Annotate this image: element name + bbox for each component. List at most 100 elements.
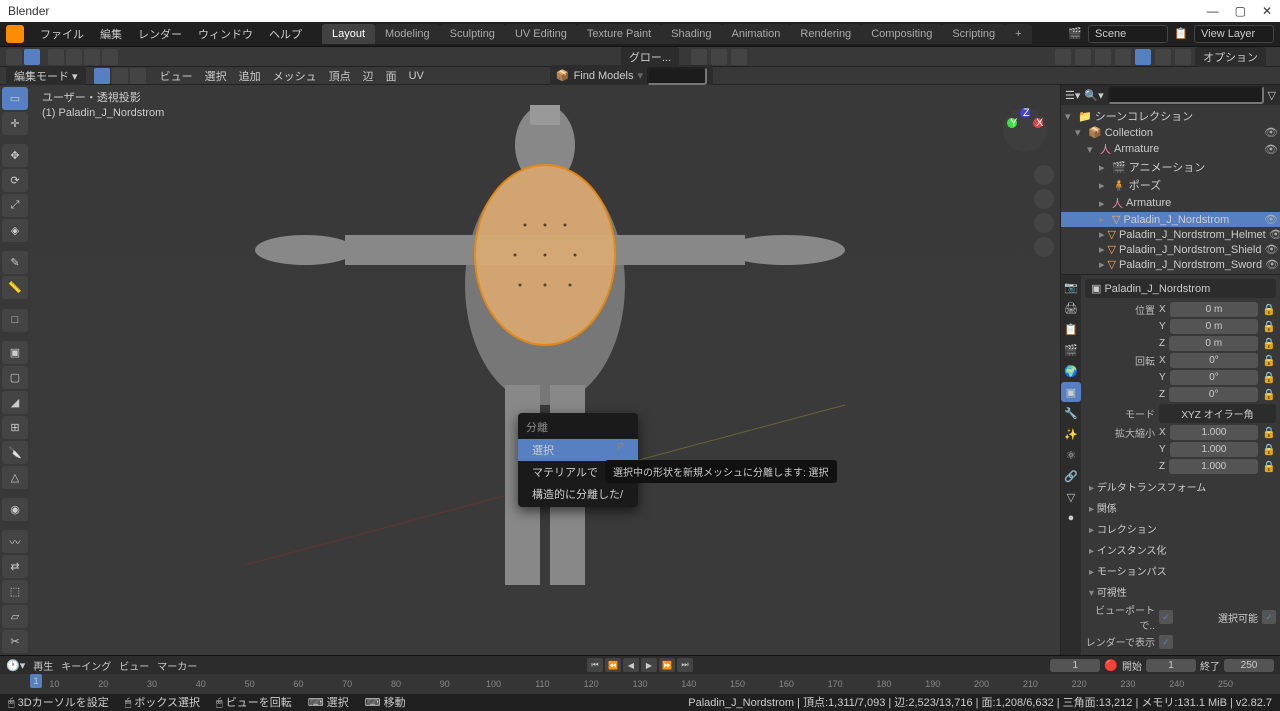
tool-addcube[interactable]: □ xyxy=(2,309,28,332)
rotmode-dropdown[interactable]: XYZ オイラー角 xyxy=(1159,404,1276,423)
outliner-filter-toggle-icon[interactable]: ▽ xyxy=(1268,89,1276,102)
header-uv[interactable]: UV xyxy=(403,70,430,82)
workspace-tab-scripting[interactable]: Scripting xyxy=(942,24,1005,44)
section-visibility[interactable]: 可視性 xyxy=(1085,581,1276,602)
tool-smooth[interactable]: 〰 xyxy=(2,530,28,553)
workspace-tab-layout[interactable]: Layout xyxy=(322,24,375,44)
zoom-icon[interactable] xyxy=(1034,165,1054,185)
viewport-visible-checkbox[interactable] xyxy=(1159,610,1173,624)
scale-z-input[interactable]: 1.000 xyxy=(1169,459,1258,474)
tool-knife[interactable]: 🔪 xyxy=(2,441,28,464)
tool-extrude[interactable]: ▣ xyxy=(2,341,28,364)
header-face[interactable]: 面 xyxy=(380,68,403,84)
vertex-select-icon[interactable] xyxy=(94,68,110,84)
visibility-toggle-icon[interactable]: 👁 xyxy=(1264,243,1276,256)
tool-polybuild[interactable]: △ xyxy=(2,466,28,489)
snap-icon[interactable] xyxy=(711,49,727,65)
navigation-gizmo[interactable]: XYZ xyxy=(1000,105,1050,155)
section-delta[interactable]: デルタトランスフォーム xyxy=(1085,476,1276,497)
tool-transform[interactable]: ◈ xyxy=(2,219,28,242)
prop-tab-render[interactable]: 📷 xyxy=(1061,277,1081,297)
scene-selector[interactable]: Scene xyxy=(1088,25,1168,43)
visibility-toggle-icon[interactable]: 👁 xyxy=(1264,143,1276,156)
selectmode-extra-icon[interactable] xyxy=(102,49,118,65)
header-add[interactable]: 追加 xyxy=(233,68,267,84)
viewlayer-selector[interactable]: View Layer xyxy=(1194,25,1274,43)
overlay-toggle-icon[interactable] xyxy=(1075,49,1091,65)
outliner-filter-icon[interactable]: 🔍▾ xyxy=(1084,89,1103,102)
prop-tab-scene[interactable]: 🎬 xyxy=(1061,340,1081,360)
prop-tab-output[interactable]: 🖨 xyxy=(1061,298,1081,318)
header-vertex[interactable]: 頂点 xyxy=(323,68,357,84)
mode-selector[interactable]: 編集モード ▾ xyxy=(6,66,86,86)
face-select-icon[interactable] xyxy=(130,68,146,84)
visibility-toggle-icon[interactable]: 👁 xyxy=(1269,228,1280,241)
workspace-tab-sculpting[interactable]: Sculpting xyxy=(440,24,505,44)
timeline-ruler[interactable]: 1 10 20 30 40 50 60 70 80 90 100 110 120… xyxy=(0,674,1280,694)
xray-toggle-icon[interactable] xyxy=(1095,49,1111,65)
workspace-add-tab[interactable]: + xyxy=(1005,24,1031,44)
tool-loopcut[interactable]: ⊞ xyxy=(2,416,28,439)
workspace-tab-animation[interactable]: Animation xyxy=(722,24,791,44)
tool-cursor[interactable]: ✛ xyxy=(2,112,28,135)
tl-playback[interactable]: 再生 xyxy=(33,658,53,673)
section-collection[interactable]: コレクション xyxy=(1085,518,1276,539)
scale-y-input[interactable]: 1.000 xyxy=(1170,442,1259,457)
context-item-loose[interactable]: 構造的に分離した/ xyxy=(518,483,638,505)
section-motionpath[interactable]: モーションパス xyxy=(1085,560,1276,581)
tool-scale[interactable]: ⤢ xyxy=(2,194,28,217)
prop-tab-viewlayer[interactable]: 📋 xyxy=(1061,319,1081,339)
header-mesh[interactable]: メッシュ xyxy=(267,68,323,84)
tool-spin[interactable]: ◉ xyxy=(2,498,28,521)
shading-rendered-icon[interactable] xyxy=(1175,49,1191,65)
prop-breadcrumb[interactable]: ▣ Paladin_J_Nordstrom xyxy=(1085,279,1276,298)
scale-x-input[interactable]: 1.000 xyxy=(1170,425,1259,440)
render-visible-checkbox[interactable] xyxy=(1159,635,1173,649)
visibility-toggle-icon[interactable]: 👁 xyxy=(1265,258,1277,271)
outliner-search[interactable] xyxy=(1108,86,1264,104)
visibility-toggle-icon[interactable]: 👁 xyxy=(1264,213,1276,226)
tree-paladin[interactable]: ▸▽ Paladin_J_Nordstrom 👁 xyxy=(1061,212,1280,227)
current-frame-input[interactable]: 1 xyxy=(1050,659,1100,672)
tree-armature-data[interactable]: ▸人 Armature xyxy=(1061,194,1280,212)
tool-rotate[interactable]: ⟳ xyxy=(2,169,28,192)
selectmode-face-icon[interactable] xyxy=(84,49,100,65)
tool-rip[interactable]: ✂ xyxy=(2,630,28,653)
tool-move[interactable]: ✥ xyxy=(2,144,28,167)
maximize-button[interactable]: ▢ xyxy=(1235,4,1246,18)
selectmode-vertex-icon[interactable] xyxy=(48,49,64,65)
propedit-icon[interactable] xyxy=(731,49,747,65)
tree-sword[interactable]: ▸▽ Paladin_J_Nordstrom_Sword 👁 xyxy=(1061,257,1280,272)
timeline-editor-icon[interactable]: 🕐▾ xyxy=(6,659,25,672)
workspace-tab-texture[interactable]: Texture Paint xyxy=(577,24,661,44)
loc-z-input[interactable]: 0 m xyxy=(1169,336,1258,351)
jump-end-icon[interactable]: ⏭ xyxy=(677,658,693,672)
end-frame-input[interactable]: 250 xyxy=(1224,659,1274,672)
play-icon[interactable]: ▶ xyxy=(641,658,657,672)
tree-shield[interactable]: ▸▽ Paladin_J_Nordstrom_Shield 👁 xyxy=(1061,242,1280,257)
autokey-icon[interactable]: 🔴 xyxy=(1104,659,1118,672)
prop-tab-mesh[interactable]: ▽ xyxy=(1061,487,1081,507)
selectable-checkbox[interactable] xyxy=(1262,610,1276,624)
cursor-tool-icon[interactable] xyxy=(6,49,22,65)
menu-edit[interactable]: 編集 xyxy=(92,26,130,42)
tree-pose[interactable]: ▸🧍 ポーズ xyxy=(1061,176,1280,194)
outliner-mode-icon[interactable]: ☰▾ xyxy=(1065,89,1080,102)
prop-tab-particle[interactable]: ✨ xyxy=(1061,424,1081,444)
tree-helmet[interactable]: ▸▽ Paladin_J_Nordstrom_Helmet 👁 xyxy=(1061,227,1280,242)
context-item-selection[interactable]: 選択 P xyxy=(518,439,638,461)
section-viewport-display[interactable]: ビューポート表示 xyxy=(1085,651,1276,655)
shading-solid-icon[interactable] xyxy=(1135,49,1151,65)
jump-start-icon[interactable]: ⏮ xyxy=(587,658,603,672)
pivot-icon[interactable] xyxy=(691,49,707,65)
selectmode-edge-icon[interactable] xyxy=(66,49,82,65)
menu-render[interactable]: レンダー xyxy=(130,26,190,42)
tool-bevel[interactable]: ◢ xyxy=(2,391,28,414)
options-dropdown[interactable]: オプション xyxy=(1195,47,1266,67)
tool-edgeslide[interactable]: ⇄ xyxy=(2,555,28,578)
perspective-icon[interactable] xyxy=(1034,237,1054,257)
tree-scene-collection[interactable]: ▾📁 シーンコレクション xyxy=(1061,107,1280,125)
header-edge[interactable]: 辺 xyxy=(357,68,380,84)
workspace-tab-modeling[interactable]: Modeling xyxy=(375,24,440,44)
section-relations[interactable]: 関係 xyxy=(1085,497,1276,518)
